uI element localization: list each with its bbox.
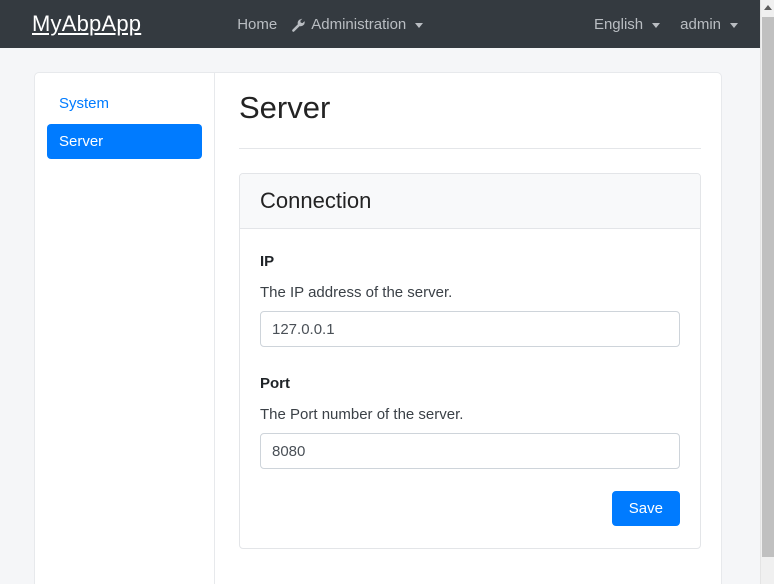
nav-item-home-label: Home [237,15,278,33]
ip-input[interactable] [260,311,680,348]
sidebar-item-server-label: Server [59,133,104,150]
sidebar-item-system-label: System [59,95,110,112]
sidebar-item-server[interactable]: Server [47,124,202,159]
connection-panel-title: Connection [260,188,372,214]
scrollbar-thumb[interactable] [762,17,774,557]
language-selector[interactable]: English [593,15,661,33]
scroll-up-arrow-icon[interactable] [761,0,774,15]
port-label: Port [260,375,290,393]
port-input[interactable] [260,433,680,470]
settings-container: System Server Server Connection IP The I… [34,72,722,584]
language-selector-label: English [593,15,644,33]
ip-description: The IP address of the server. [260,284,453,302]
panel-actions: Save [260,491,680,527]
chevron-down-icon [652,22,661,28]
navbar-right-links: English admin [594,16,738,33]
page-title: Server [239,90,331,125]
ip-label: IP [260,253,275,271]
vertical-scrollbar[interactable] [760,0,774,584]
wrench-icon [291,18,306,33]
settings-sidebar: System Server [35,73,215,584]
user-menu[interactable]: admin [680,16,738,33]
sidebar-item-system[interactable]: System [47,89,202,118]
chevron-down-icon [730,22,738,28]
connection-panel-header: Connection [240,174,700,230]
connection-panel-body: IP The IP address of the server. Port Th… [240,229,700,548]
connection-panel: Connection IP The IP address of the serv… [239,173,701,550]
save-button[interactable]: Save [611,491,680,527]
field-group-ip: IP The IP address of the server. [260,253,680,348]
field-group-port: Port The Port number of the server. [260,375,680,470]
nav-item-administration[interactable]: Administration [291,15,424,33]
chevron-down-icon [415,22,424,28]
settings-content: Server Connection IP The IP address of t… [215,73,721,584]
nav-item-home[interactable]: Home [237,16,277,33]
top-navbar: MyAbpApp Home Administration English adm… [0,0,760,48]
field-spacer [260,347,680,371]
nav-item-administration-label: Administration [311,15,407,33]
app-brand[interactable]: MyAbpApp [32,11,141,37]
port-description: The Port number of the server. [260,406,464,424]
navbar-center-links: Home Administration [237,15,424,33]
page-body: System Server Server Connection IP The I… [0,48,760,584]
title-divider [239,148,701,150]
user-menu-label: admin [680,15,721,33]
